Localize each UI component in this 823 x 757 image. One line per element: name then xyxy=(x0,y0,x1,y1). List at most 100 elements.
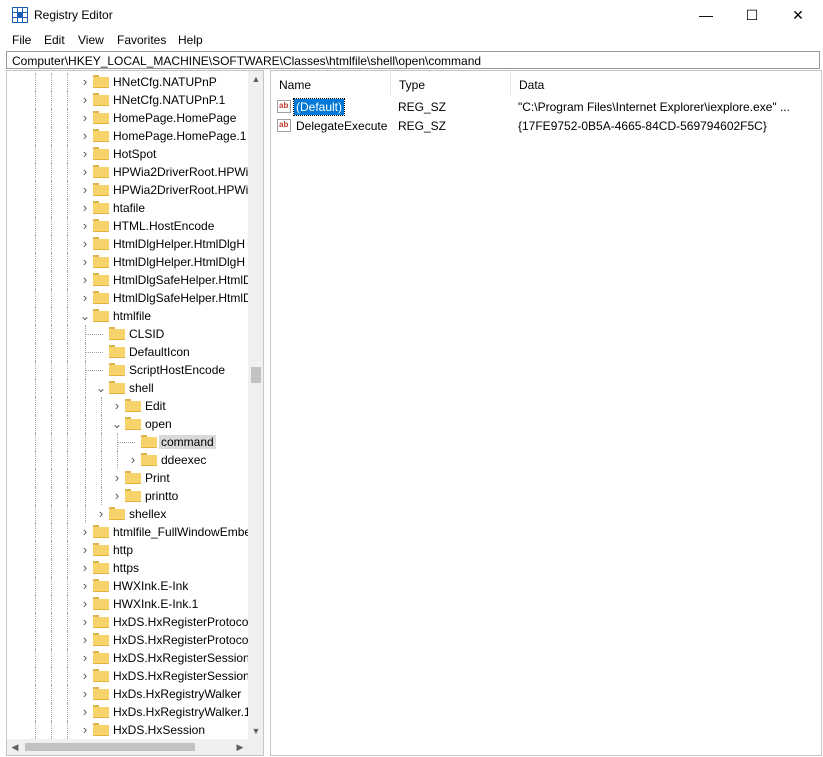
scroll-thumb[interactable] xyxy=(25,743,195,751)
column-header-data[interactable]: Data xyxy=(511,71,811,95)
chevron-down-icon[interactable]: ⌄ xyxy=(111,417,123,431)
chevron-right-icon[interactable]: › xyxy=(79,129,91,143)
tree-guide-line xyxy=(67,145,68,163)
scroll-thumb[interactable] xyxy=(251,367,261,383)
tree-node[interactable]: › htmlfile_FullWindowEmbe xyxy=(7,523,251,541)
close-button[interactable]: ✕ xyxy=(775,0,821,30)
tree-node[interactable]: › shellex xyxy=(7,505,247,523)
chevron-right-icon[interactable]: › xyxy=(79,255,91,269)
value-row-delegateexecute[interactable]: ab DelegateExecute REG_SZ {17FE9752-0B5A… xyxy=(271,117,811,135)
chevron-right-icon[interactable]: › xyxy=(79,111,91,125)
tree-node[interactable]: › HxDs.HxRegistryWalker xyxy=(7,685,247,703)
chevron-right-icon[interactable]: › xyxy=(111,471,123,485)
tree-node[interactable]: › HtmlDlgSafeHelper.HtmlD xyxy=(7,271,252,289)
tree-guide-line xyxy=(35,433,36,451)
chevron-right-icon[interactable]: › xyxy=(79,669,91,683)
tree-node-label: HtmlDlgSafeHelper.HtmlD xyxy=(113,273,252,287)
chevron-right-icon[interactable]: › xyxy=(79,525,91,539)
tree-node[interactable]: › HxDS.HxRegisterSession.1 xyxy=(7,667,260,685)
chevron-right-icon[interactable]: › xyxy=(79,147,91,161)
chevron-right-icon[interactable]: › xyxy=(79,201,91,215)
tree-node[interactable]: › htafile xyxy=(7,199,247,217)
tree-node[interactable]: ScriptHostEncode xyxy=(7,361,247,379)
chevron-right-icon[interactable]: › xyxy=(79,273,91,287)
address-bar[interactable]: Computer\HKEY_LOCAL_MACHINE\SOFTWARE\Cla… xyxy=(6,51,820,69)
tree-guide-line xyxy=(67,649,68,667)
tree-node[interactable]: ⌄ shell xyxy=(7,379,247,397)
chevron-right-icon[interactable]: › xyxy=(79,183,91,197)
chevron-right-icon[interactable]: › xyxy=(95,507,107,521)
tree-node[interactable]: › https xyxy=(7,559,247,577)
chevron-right-icon[interactable]: › xyxy=(79,93,91,107)
tree-node[interactable]: › HTML.HostEncode xyxy=(7,217,247,235)
tree-node[interactable]: › HxDS.HxSession xyxy=(7,721,247,739)
tree-guide-line xyxy=(51,451,52,469)
column-header-name[interactable]: Name xyxy=(271,71,391,95)
chevron-right-icon[interactable]: › xyxy=(79,687,91,701)
scroll-down-icon[interactable]: ▼ xyxy=(248,723,263,739)
tree-node[interactable]: ⌄ open xyxy=(7,415,247,433)
tree-node[interactable]: ⌄ htmlfile xyxy=(7,307,247,325)
key-tree[interactable]: › HNetCfg.NATUPnP › HNetCfg.NATUPnP.1 › HomeP… xyxy=(6,70,264,756)
tree-node[interactable]: › HxDS.HxRegisterSession xyxy=(7,649,250,667)
tree-node[interactable]: › ddeexec xyxy=(7,451,247,469)
chevron-right-icon[interactable]: › xyxy=(79,561,91,575)
menu-help[interactable]: Help xyxy=(178,33,203,47)
menu-edit[interactable]: Edit xyxy=(44,33,65,47)
tree-node[interactable]: › printto xyxy=(7,487,247,505)
chevron-right-icon[interactable]: › xyxy=(79,219,91,233)
tree-node[interactable]: command xyxy=(7,433,247,451)
chevron-down-icon[interactable]: ⌄ xyxy=(95,381,107,395)
chevron-right-icon[interactable]: › xyxy=(111,399,123,413)
tree-node[interactable]: › HtmlDlgSafeHelper.HtmlD xyxy=(7,289,252,307)
chevron-right-icon[interactable]: › xyxy=(79,597,91,611)
tree-vertical-scrollbar[interactable]: ▲ ▼ xyxy=(248,71,263,739)
tree-horizontal-scrollbar[interactable]: ◀ ▶ xyxy=(7,739,248,755)
tree-node[interactable]: › Print xyxy=(7,469,247,487)
scroll-right-icon[interactable]: ▶ xyxy=(232,739,248,755)
menu-favorites[interactable]: Favorites xyxy=(117,33,166,47)
menu-file[interactable]: File xyxy=(12,33,31,47)
tree-node[interactable]: DefaultIcon xyxy=(7,343,247,361)
tree-node[interactable]: › HomePage.HomePage xyxy=(7,109,247,127)
tree-node[interactable]: › HotSpot xyxy=(7,145,247,163)
chevron-right-icon[interactable]: › xyxy=(127,453,139,467)
value-row-default[interactable]: ab (Default) REG_SZ "C:\Program Files\In… xyxy=(271,98,811,116)
tree-node[interactable]: › HomePage.HomePage.1 xyxy=(7,127,247,145)
tree-node[interactable]: › HxDS.HxRegisterProtocol xyxy=(7,613,251,631)
chevron-right-icon[interactable]: › xyxy=(79,705,91,719)
tree-node[interactable]: › HWXInk.E-Ink.1 xyxy=(7,595,247,613)
tree-node[interactable]: › HWXInk.E-Ink xyxy=(7,577,247,595)
chevron-right-icon[interactable]: › xyxy=(111,489,123,503)
tree-node[interactable]: › HxDS.HxRegisterProtocol. xyxy=(7,631,254,649)
scroll-up-icon[interactable]: ▲ xyxy=(248,71,263,87)
chevron-right-icon[interactable]: › xyxy=(79,615,91,629)
chevron-right-icon[interactable]: › xyxy=(79,291,91,305)
column-header-type[interactable]: Type xyxy=(391,71,511,95)
scroll-left-icon[interactable]: ◀ xyxy=(7,739,23,755)
tree-node[interactable]: › Edit xyxy=(7,397,247,415)
menu-view[interactable]: View xyxy=(78,33,104,47)
tree-node[interactable]: › HNetCfg.NATUPnP.1 xyxy=(7,91,247,109)
tree-node[interactable]: › http xyxy=(7,541,247,559)
chevron-right-icon[interactable]: › xyxy=(79,579,91,593)
chevron-right-icon[interactable]: › xyxy=(79,165,91,179)
chevron-down-icon[interactable]: ⌄ xyxy=(79,309,91,323)
tree-node[interactable]: › HNetCfg.NATUPnP xyxy=(7,73,247,91)
maximize-button[interactable]: ☐ xyxy=(729,0,775,30)
chevron-right-icon[interactable]: › xyxy=(79,75,91,89)
chevron-right-icon[interactable]: › xyxy=(79,723,91,737)
chevron-right-icon[interactable]: › xyxy=(79,237,91,251)
tree-node[interactable]: › HPWia2DriverRoot.HPWia xyxy=(7,163,255,181)
tree-guide-line xyxy=(51,397,52,415)
tree-node[interactable]: › HxDs.HxRegistryWalker.1 xyxy=(7,703,251,721)
tree-node[interactable]: › HPWia2DriverRoot.HPWia xyxy=(7,181,255,199)
tree-node[interactable]: › HtmlDlgHelper.HtmlDlgH xyxy=(7,235,247,253)
minimize-button[interactable]: — xyxy=(683,0,729,30)
tree-node[interactable]: CLSID xyxy=(7,325,247,343)
tree-node[interactable]: › HtmlDlgHelper.HtmlDlgH xyxy=(7,253,247,271)
chevron-right-icon[interactable]: › xyxy=(79,543,91,557)
chevron-right-icon[interactable]: › xyxy=(79,633,91,647)
chevron-right-icon[interactable]: › xyxy=(79,651,91,665)
values-list[interactable]: Name Type Data ab (Default) REG_SZ "C:\P… xyxy=(270,70,822,756)
